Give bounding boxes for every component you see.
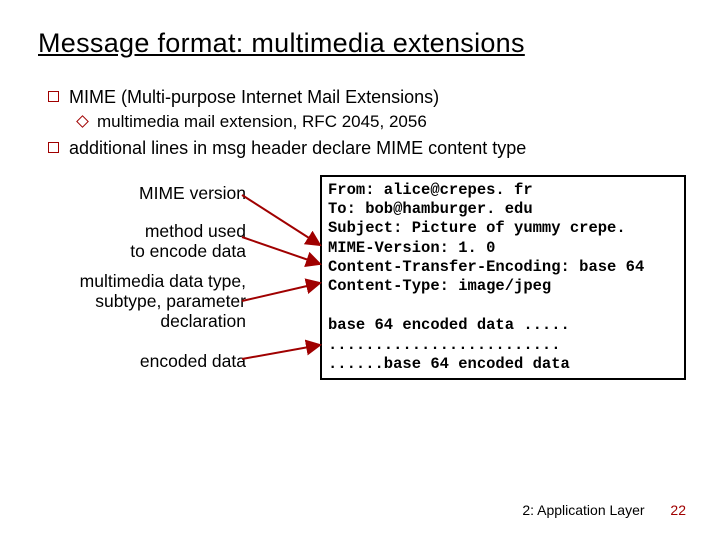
footer-section: 2: Application Layer: [522, 502, 644, 518]
msg-subject: Subject: Picture of yummy crepe.: [328, 219, 678, 238]
bullet-1-sub: multimedia mail extension, RFC 2045, 205…: [48, 111, 720, 134]
bullet-1-text: MIME (Multi-purpose Internet Mail Extens…: [69, 85, 439, 109]
label-encoded-data: encoded data: [16, 351, 246, 371]
bullet-1-sub-text: multimedia mail extension, RFC 2045, 205…: [97, 111, 427, 134]
bullet-2: additional lines in msg header declare M…: [48, 136, 720, 160]
message-box: From: alice@crepes. fr To: bob@hamburger…: [320, 175, 686, 381]
label-encode-method: method used to encode data: [16, 221, 246, 261]
square-bullet-icon: [48, 142, 59, 153]
msg-content-type: Content-Type: image/jpeg: [328, 277, 678, 296]
diamond-bullet-icon: [76, 115, 89, 128]
label-mime-version: MIME version: [16, 183, 246, 203]
footer-pagenum: 22: [670, 502, 686, 518]
bullet-1: MIME (Multi-purpose Internet Mail Extens…: [48, 85, 720, 109]
msg-body-1: base 64 encoded data .....: [328, 316, 678, 335]
msg-to: To: bob@hamburger. edu: [328, 200, 678, 219]
msg-from: From: alice@crepes. fr: [328, 181, 678, 200]
square-bullet-icon: [48, 91, 59, 102]
slide-title: Message format: multimedia extensions: [0, 0, 720, 59]
msg-body-2: .........................: [328, 336, 678, 355]
slide-footer: 2: Application Layer 22: [522, 502, 686, 518]
diagram-area: MIME version method used to encode data …: [0, 175, 720, 435]
msg-blank: [328, 297, 678, 316]
msg-mime-version: MIME-Version: 1. 0: [328, 239, 678, 258]
bullet-2-text: additional lines in msg header declare M…: [69, 136, 526, 160]
label-content-type: multimedia data type, subtype, parameter…: [16, 271, 246, 331]
msg-cte: Content-Transfer-Encoding: base 64: [328, 258, 678, 277]
bullet-list: MIME (Multi-purpose Internet Mail Extens…: [0, 59, 720, 161]
msg-body-3: ......base 64 encoded data: [328, 355, 678, 374]
